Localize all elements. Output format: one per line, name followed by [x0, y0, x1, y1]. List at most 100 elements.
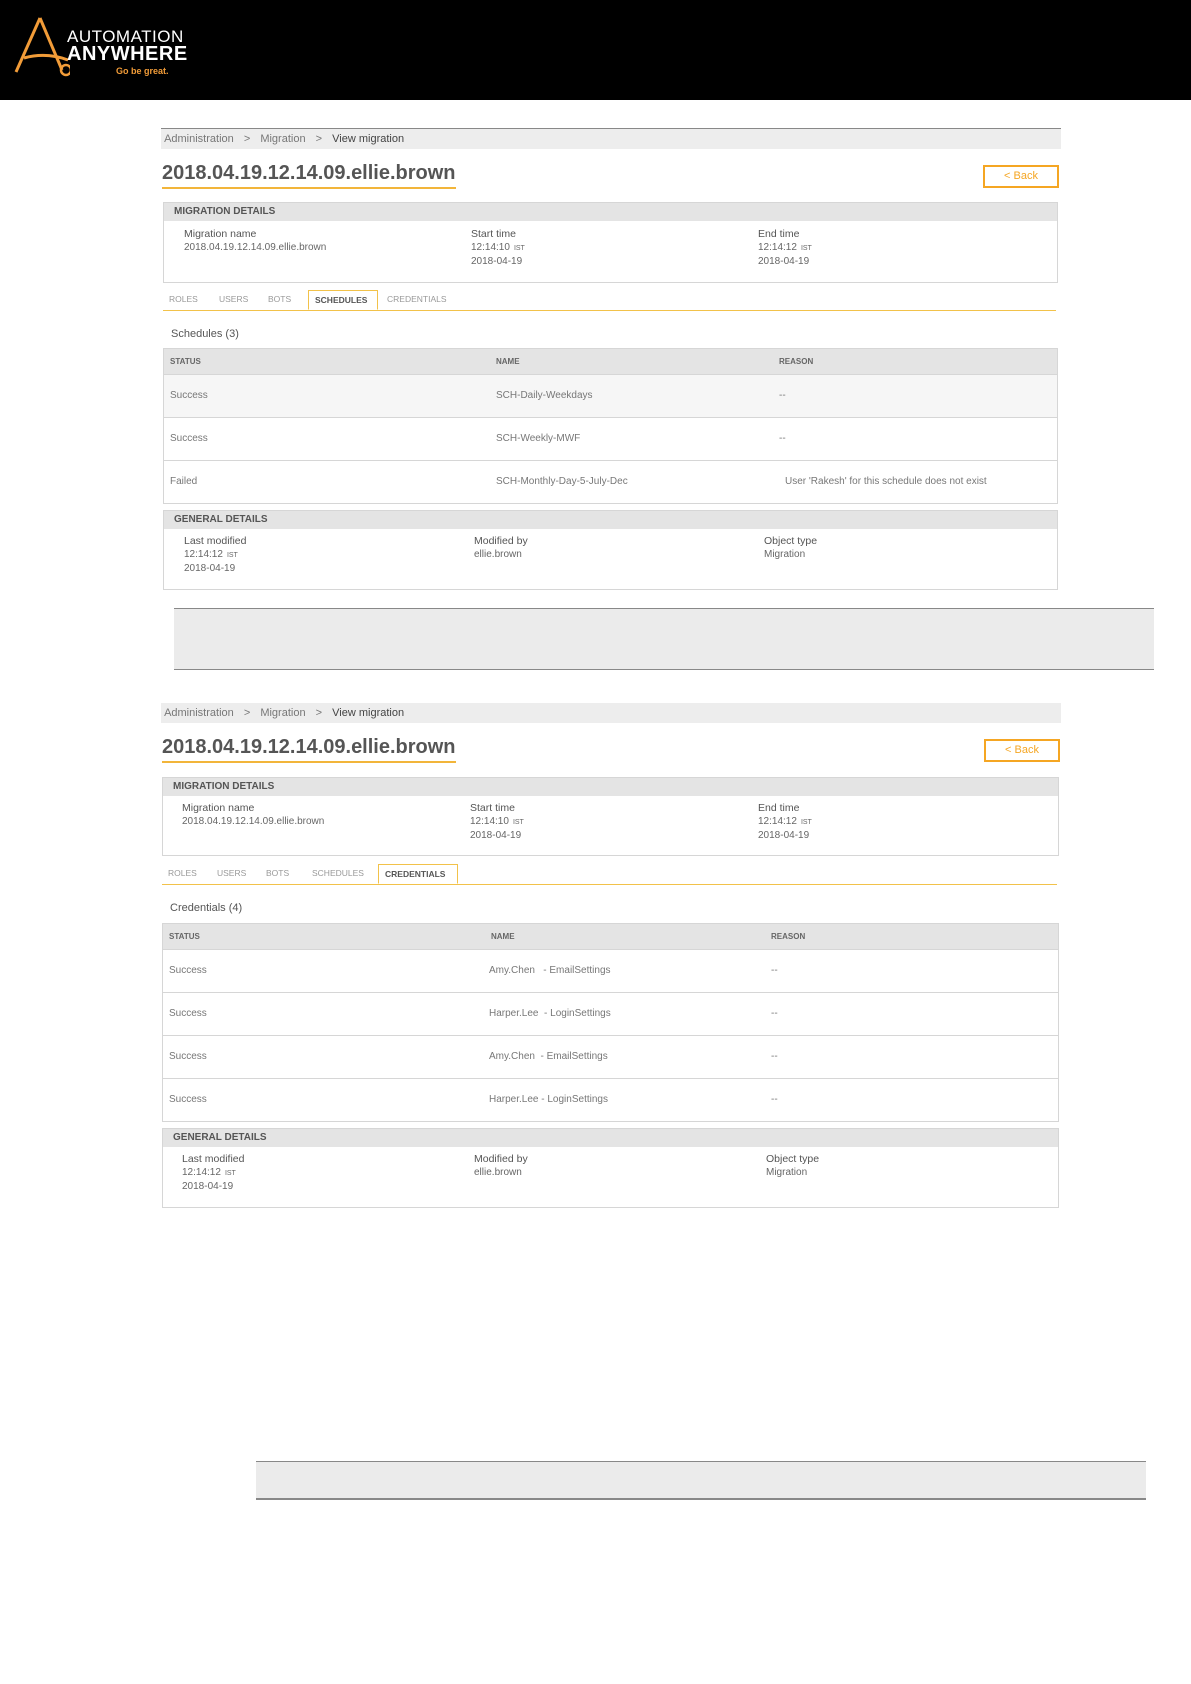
- start-time-label: Start time: [470, 802, 515, 814]
- tab-bots[interactable]: BOTS: [260, 864, 303, 882]
- tab-credentials[interactable]: CREDENTIALS: [381, 290, 459, 308]
- end-time-field: End time 12:14:12 IST 2018-04-19: [758, 228, 812, 268]
- object-type-field: Object type Migration: [764, 535, 817, 561]
- row-status: Success: [169, 1051, 207, 1062]
- last-modified-label: Last modified: [184, 535, 247, 547]
- general-details-panel: GENERAL DETAILS Last modified 12:14:12 IS…: [163, 510, 1058, 590]
- start-time-label: Start time: [471, 228, 516, 240]
- tab-credentials[interactable]: CREDENTIALS: [378, 864, 458, 884]
- row-name: Harper.Lee - LoginSettings: [489, 1008, 611, 1019]
- modified-by-value: ellie.brown: [474, 549, 522, 560]
- start-timezone: IST: [513, 245, 525, 252]
- back-button[interactable]: < Back: [984, 739, 1060, 762]
- tab-schedules[interactable]: SCHEDULES: [308, 290, 378, 310]
- last-modified-label: Last modified: [182, 1153, 245, 1165]
- top-header-bar: AUTOMATION ANYWHERE Go be great.: [0, 0, 1191, 100]
- column-reason[interactable]: REASON: [779, 357, 813, 366]
- row-reason: --: [779, 390, 786, 401]
- row-reason: --: [771, 1051, 778, 1062]
- back-button[interactable]: < Back: [983, 165, 1059, 188]
- table-header: STATUS NAME REASON: [163, 924, 1058, 949]
- migration-name-label: Migration name: [182, 802, 255, 814]
- row-name: SCH-Monthly-Day-5-July-Dec: [496, 476, 628, 487]
- column-reason[interactable]: REASON: [771, 932, 805, 941]
- row-name: Amy.Chen - EmailSettings: [489, 965, 611, 976]
- migration-details-panel: MIGRATION DETAILS Migration name 2018.04…: [162, 777, 1059, 856]
- breadcrumb-separator: >: [243, 133, 251, 145]
- last-modified-time: 12:14:12: [182, 1167, 221, 1178]
- breadcrumb-separator: >: [243, 707, 251, 719]
- tab-bar: ROLES USERS BOTS SCHEDULES CREDENTIALS: [163, 290, 1056, 311]
- automation-anywhere-logo: AUTOMATION ANYWHERE Go be great.: [10, 14, 190, 80]
- end-time-field: End time 12:14:12 IST 2018-04-19: [758, 802, 812, 842]
- row-reason: --: [771, 1008, 778, 1019]
- row-reason: User 'Rakesh' for this schedule does not…: [785, 476, 987, 487]
- breadcrumb-administration[interactable]: Administration: [164, 703, 234, 723]
- breadcrumb-migration[interactable]: Migration: [260, 703, 305, 723]
- object-type-value: Migration: [766, 1167, 808, 1178]
- row-status: Success: [169, 1094, 207, 1105]
- last-modified-field: Last modified 12:14:12 IST 2018-04-19: [184, 535, 246, 575]
- migration-details-heading: MIGRATION DETAILS: [163, 778, 1058, 796]
- tab-schedules[interactable]: SCHEDULES: [306, 864, 374, 882]
- end-time-value: 12:14:12: [758, 816, 797, 827]
- start-time-value: 12:14:10: [470, 816, 509, 827]
- column-name[interactable]: NAME: [491, 932, 515, 941]
- object-type-value: Migration: [764, 549, 806, 560]
- column-status[interactable]: STATUS: [169, 932, 200, 941]
- tab-bots[interactable]: BOTS: [262, 290, 305, 308]
- last-modified-date: 2018-04-19: [184, 563, 236, 574]
- end-time-value: 12:14:12: [758, 242, 797, 253]
- row-status: Failed: [170, 476, 198, 487]
- breadcrumb-top-rule: [161, 128, 1061, 129]
- breadcrumb-separator: >: [315, 707, 323, 719]
- document-grey-box: [256, 1461, 1146, 1500]
- modified-by-value: ellie.brown: [474, 1167, 522, 1178]
- table-row: Success Amy.Chen - EmailSettings --: [163, 949, 1058, 992]
- migration-name-field: Migration name 2018.04.19.12.14.09.ellie…: [182, 802, 324, 828]
- logo-a-mark-icon: [14, 17, 70, 77]
- page-title: 2018.04.19.12.14.09.ellie.brown: [162, 734, 456, 763]
- end-timezone: IST: [800, 819, 812, 826]
- row-reason: --: [779, 433, 786, 444]
- last-modified-time: 12:14:12: [184, 549, 223, 560]
- section-title: Schedules (3): [171, 328, 239, 340]
- tab-users[interactable]: USERS: [211, 864, 257, 882]
- tab-roles[interactable]: ROLES: [162, 864, 210, 882]
- last-modified-date: 2018-04-19: [182, 1181, 234, 1192]
- table-row: Success Amy.Chen - EmailSettings --: [163, 1035, 1058, 1078]
- object-type-field: Object type Migration: [766, 1153, 819, 1179]
- end-time-label: End time: [758, 802, 800, 814]
- table-row: Success Harper.Lee - LoginSettings --: [163, 1078, 1058, 1121]
- start-date-value: 2018-04-19: [471, 256, 523, 267]
- general-details-panel: GENERAL DETAILS Last modified 12:14:12 IS…: [162, 1128, 1059, 1208]
- document-grey-box: [174, 608, 1154, 670]
- schedules-table: STATUS NAME REASON Success SCH-Daily-Wee…: [163, 348, 1058, 504]
- column-status[interactable]: STATUS: [170, 357, 201, 366]
- breadcrumb: Administration > Migration > View migrat…: [161, 703, 1061, 723]
- credentials-table: STATUS NAME REASON Success Amy.Chen - Em…: [162, 923, 1059, 1122]
- row-name: SCH-Weekly-MWF: [496, 433, 581, 444]
- breadcrumb-administration[interactable]: Administration: [164, 129, 234, 149]
- tab-roles[interactable]: ROLES: [163, 290, 211, 308]
- table-header: STATUS NAME REASON: [164, 349, 1057, 374]
- modified-by-label: Modified by: [474, 1153, 528, 1165]
- migration-name-value: 2018.04.19.12.14.09.ellie.brown: [182, 816, 325, 827]
- modified-by-field: Modified by ellie.brown: [474, 535, 528, 561]
- column-name[interactable]: NAME: [496, 357, 520, 366]
- migration-name-field: Migration name 2018.04.19.12.14.09.ellie…: [184, 228, 326, 254]
- row-reason: --: [771, 965, 778, 976]
- start-date-value: 2018-04-19: [470, 830, 522, 841]
- start-timezone: IST: [512, 819, 524, 826]
- breadcrumb-migration[interactable]: Migration: [260, 129, 305, 149]
- tab-users[interactable]: USERS: [213, 290, 259, 308]
- breadcrumb-separator: >: [315, 133, 323, 145]
- table-row: Success SCH-Daily-Weekdays --: [164, 374, 1057, 417]
- migration-name-value: 2018.04.19.12.14.09.ellie.brown: [184, 242, 327, 253]
- logo-text-line2: ANYWHERE: [67, 43, 188, 65]
- last-modified-timezone: IST: [226, 552, 238, 559]
- breadcrumb-current: View migration: [332, 133, 405, 145]
- table-row: Failed SCH-Monthly-Day-5-July-Dec User '…: [164, 460, 1057, 503]
- table-row: Success Harper.Lee - LoginSettings --: [163, 992, 1058, 1035]
- migration-name-label: Migration name: [184, 228, 257, 240]
